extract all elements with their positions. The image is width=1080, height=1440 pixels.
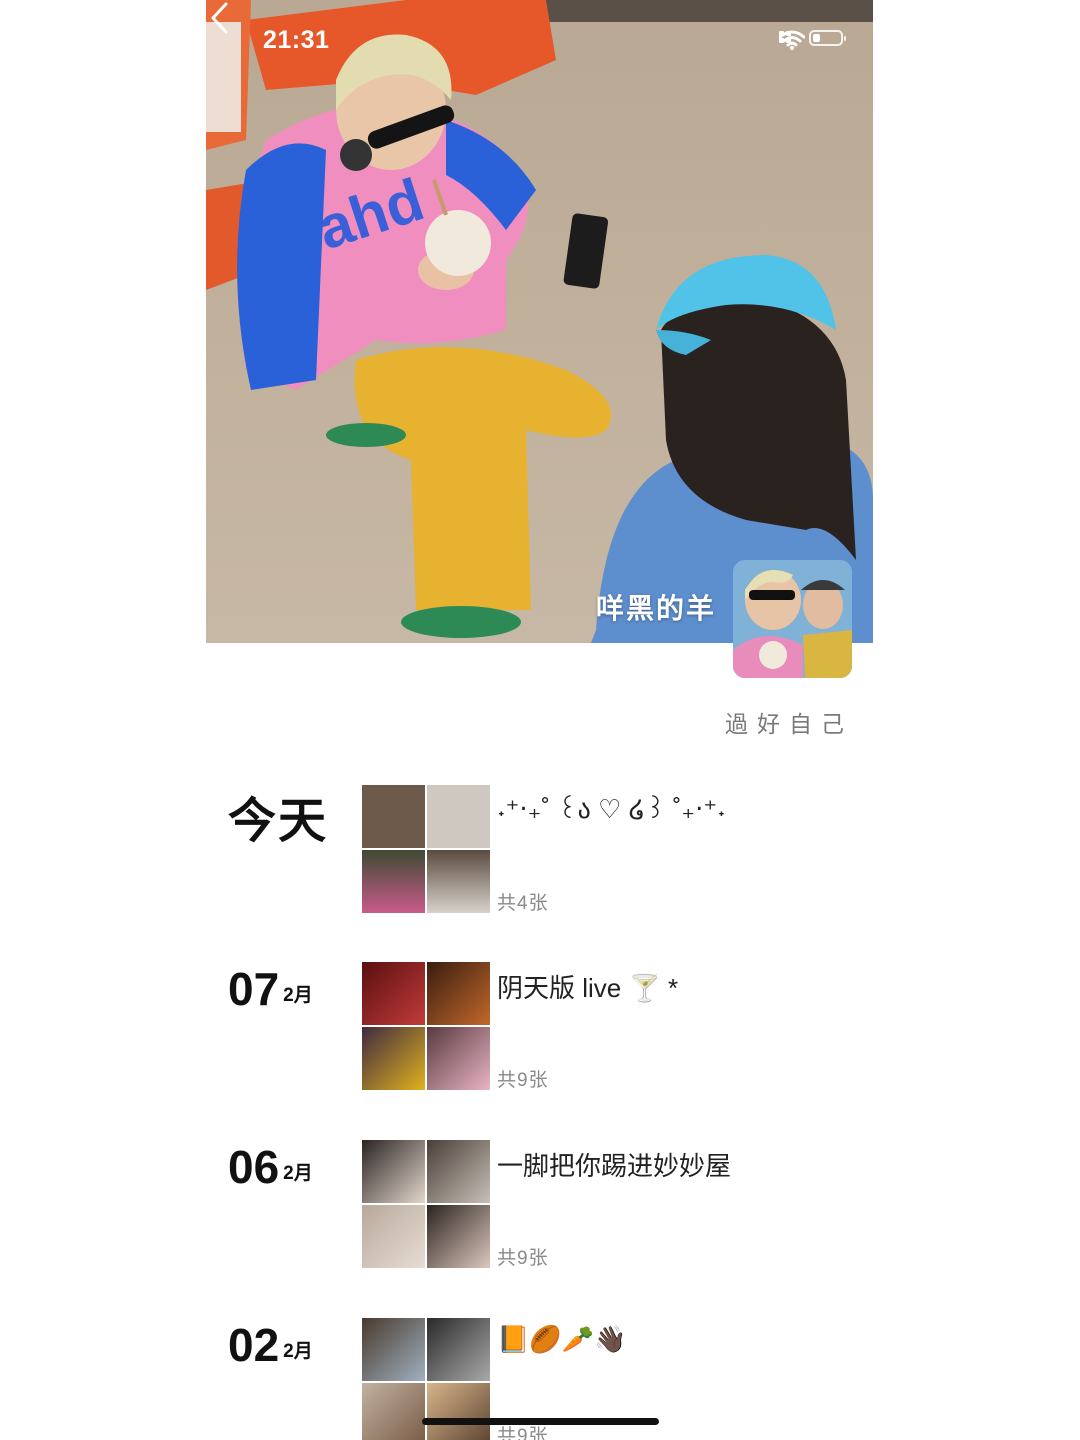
timeline-entry[interactable]: 今天 ˖⁺‧₊˚ ꒰ა ♡ ໒꒱ ˚₊‧⁺˖ 共4张 bbox=[206, 785, 873, 915]
profile-username: 咩黑的羊 bbox=[595, 593, 716, 624]
photo-thumbnail[interactable] bbox=[427, 785, 490, 848]
back-chevron-icon[interactable] bbox=[206, 0, 236, 36]
photo-grid[interactable] bbox=[362, 962, 490, 1090]
photo-thumbnail[interactable] bbox=[427, 1140, 490, 1203]
photo-thumbnail[interactable] bbox=[427, 1205, 490, 1268]
photo-thumbnail[interactable] bbox=[362, 850, 425, 913]
avatar-image bbox=[733, 560, 852, 678]
entry-date: 07 2月 bbox=[228, 962, 313, 1016]
photo-thumbnail[interactable] bbox=[427, 850, 490, 913]
photo-thumbnail[interactable] bbox=[427, 1383, 490, 1440]
photo-grid[interactable] bbox=[362, 1140, 490, 1268]
entry-day: 02 bbox=[228, 1319, 280, 1371]
entry-month: 2月 bbox=[283, 985, 313, 1006]
timeline-entry[interactable]: 07 2月 阴天版 live 🍸 * 共9张 bbox=[206, 962, 873, 1092]
cover-photo-illustration: ahd bbox=[206, 0, 873, 643]
entry-day: 06 bbox=[228, 1141, 280, 1193]
photo-thumbnail[interactable] bbox=[362, 962, 425, 1025]
photo-thumbnail[interactable] bbox=[362, 1205, 425, 1268]
entry-day: 07 bbox=[228, 963, 280, 1015]
photo-thumbnail[interactable] bbox=[427, 1318, 490, 1381]
photo-thumbnail[interactable] bbox=[362, 1027, 425, 1090]
entry-date: 02 2月 bbox=[228, 1318, 313, 1372]
status-icons bbox=[779, 30, 846, 50]
entry-title: 📙🏉🥕👋🏿 bbox=[497, 1324, 627, 1354]
entry-month: 2月 bbox=[283, 1163, 313, 1184]
entry-photo-count: 共4张 bbox=[497, 893, 549, 914]
photo-grid[interactable] bbox=[362, 785, 490, 913]
cover-photo[interactable]: ahd 21:31 咩黑的羊 bbox=[206, 0, 873, 643]
profile-avatar[interactable] bbox=[733, 560, 852, 678]
wifi-icon bbox=[779, 30, 805, 50]
entry-title: 阴天版 live 🍸 * bbox=[497, 973, 679, 1003]
moments-profile-screen: ahd 21:31 咩黑的羊 過好自己 今天 ˖⁺‧₊˚ ꒰ა ♡ ໒꒱ ˚₊‧… bbox=[206, 0, 873, 1440]
profile-signature: 過好自己 bbox=[725, 711, 853, 737]
status-time: 21:31 bbox=[263, 26, 330, 54]
entry-month: 2月 bbox=[283, 1341, 313, 1362]
battery-icon bbox=[809, 30, 846, 46]
home-indicator[interactable] bbox=[422, 1418, 659, 1425]
photo-thumbnail[interactable] bbox=[362, 1140, 425, 1203]
entry-date: 今天 bbox=[228, 795, 329, 848]
photo-thumbnail[interactable] bbox=[362, 1318, 425, 1381]
entry-date: 06 2月 bbox=[228, 1140, 313, 1194]
timeline-entry[interactable]: 06 2月 一脚把你踢进妙妙屋 共9张 bbox=[206, 1140, 873, 1270]
photo-thumbnail[interactable] bbox=[362, 785, 425, 848]
photo-thumbnail[interactable] bbox=[427, 1027, 490, 1090]
photo-thumbnail[interactable] bbox=[427, 962, 490, 1025]
photo-thumbnail[interactable] bbox=[362, 1383, 425, 1440]
entry-photo-count: 共9张 bbox=[497, 1070, 549, 1091]
entry-title: 一脚把你踢进妙妙屋 bbox=[497, 1151, 732, 1181]
entry-photo-count: 共9张 bbox=[497, 1248, 549, 1269]
entry-title: ˖⁺‧₊˚ ꒰ა ♡ ໒꒱ ˚₊‧⁺˖ bbox=[497, 794, 726, 824]
